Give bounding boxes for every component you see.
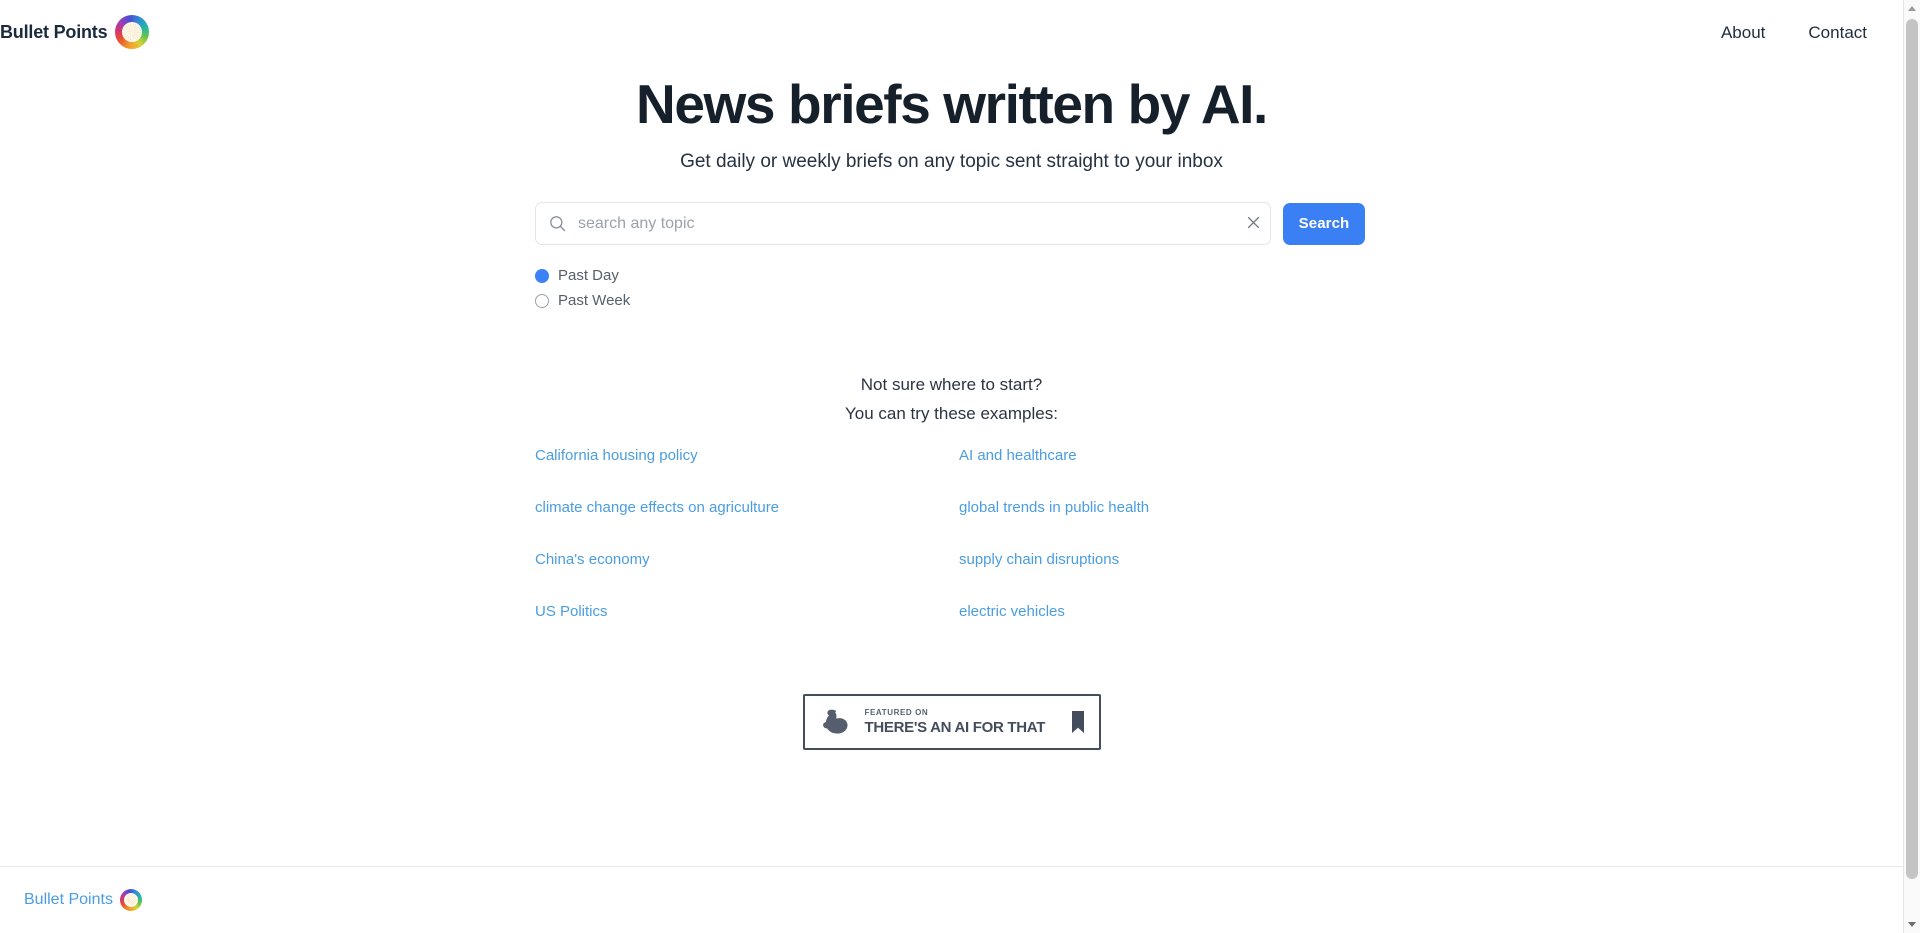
theres-an-ai-for-that-badge[interactable]: FEATURED ON THERE'S AN AI FOR THAT bbox=[802, 694, 1101, 750]
search-icon bbox=[548, 214, 567, 233]
radio-indicator-selected[interactable] bbox=[535, 268, 549, 283]
radio-option-past-day[interactable]: Past Day bbox=[535, 263, 630, 288]
bullet-points-logo-icon bbox=[119, 889, 142, 911]
flexed-bicep-icon bbox=[819, 705, 853, 739]
radio-option-past-week[interactable]: Past Week bbox=[535, 288, 630, 313]
page-title: News briefs written by AI. bbox=[636, 73, 1268, 135]
close-icon bbox=[1245, 214, 1262, 234]
bullet-points-logo-icon bbox=[115, 15, 150, 49]
hero-section: News briefs written by AI. Get daily or … bbox=[0, 64, 1903, 173]
radio-indicator-unselected[interactable] bbox=[535, 293, 549, 308]
example-link-climate-change-effects-on-agriculture[interactable]: climate change effects on agriculture bbox=[535, 492, 779, 524]
badge-container: FEATURED ON THERE'S AN AI FOR THAT bbox=[0, 694, 1903, 750]
example-link-chinas-economy[interactable]: China's economy bbox=[535, 544, 650, 576]
search-input[interactable] bbox=[567, 203, 1236, 244]
example-link-global-trends-in-public-health[interactable]: global trends in public health bbox=[959, 492, 1149, 524]
radio-label-past-day: Past Day bbox=[558, 267, 619, 284]
example-link-electric-vehicles[interactable]: electric vehicles bbox=[959, 596, 1065, 628]
footer-brand-link[interactable]: Bullet Points bbox=[24, 889, 142, 911]
example-link-supply-chain-disruptions[interactable]: supply chain disruptions bbox=[959, 544, 1119, 576]
example-link-us-politics[interactable]: US Politics bbox=[535, 596, 608, 628]
examples-prompt: Not sure where to start? You can try the… bbox=[0, 370, 1903, 428]
search-box[interactable] bbox=[535, 202, 1271, 245]
site-header: Bullet Points About Contact bbox=[0, 0, 1903, 64]
examples-prompt-line-1: Not sure where to start? bbox=[860, 375, 1043, 394]
scroll-down-arrow-icon[interactable] bbox=[1904, 916, 1920, 933]
brand-logo[interactable]: Bullet Points bbox=[0, 15, 150, 49]
radio-label-past-week: Past Week bbox=[558, 292, 631, 309]
scroll-up-arrow-icon[interactable] bbox=[1904, 0, 1920, 17]
bookmark-icon bbox=[1071, 710, 1085, 734]
example-link-ai-and-healthcare[interactable]: AI and healthcare bbox=[959, 440, 1077, 472]
main-nav: About Contact bbox=[1721, 24, 1867, 41]
scrollbar-thumb[interactable] bbox=[1906, 19, 1918, 879]
examples-prompt-line-2: You can try these examples: bbox=[845, 404, 1058, 423]
badge-featured-label: FEATURED ON bbox=[864, 708, 929, 717]
page-root: Bullet Points About Contact News briefs … bbox=[0, 0, 1920, 933]
search-button[interactable]: Search bbox=[1283, 202, 1365, 245]
page-subtitle: Get daily or weekly briefs on any topic … bbox=[680, 150, 1223, 172]
example-link-california-housing-policy[interactable]: California housing policy bbox=[535, 440, 698, 472]
brand-name: Bullet Points bbox=[0, 22, 108, 42]
search-row: Search bbox=[535, 202, 1365, 245]
page-scrollbar[interactable] bbox=[1903, 0, 1920, 933]
clear-search-button[interactable] bbox=[1236, 203, 1270, 244]
badge-site-name: THERE'S AN AI FOR THAT bbox=[864, 719, 1046, 736]
site-footer: Bullet Points bbox=[0, 867, 1903, 933]
badge-text-block: FEATURED ON THERE'S AN AI FOR THAT bbox=[865, 708, 1059, 736]
timeframe-radio-group: Past Day Past Week bbox=[535, 263, 630, 313]
nav-link-contact[interactable]: Contact bbox=[1808, 24, 1867, 41]
footer-brand-name: Bullet Points bbox=[24, 891, 113, 908]
example-links-grid: California housing policy AI and healthc… bbox=[535, 440, 1275, 628]
nav-link-about[interactable]: About bbox=[1721, 24, 1765, 41]
